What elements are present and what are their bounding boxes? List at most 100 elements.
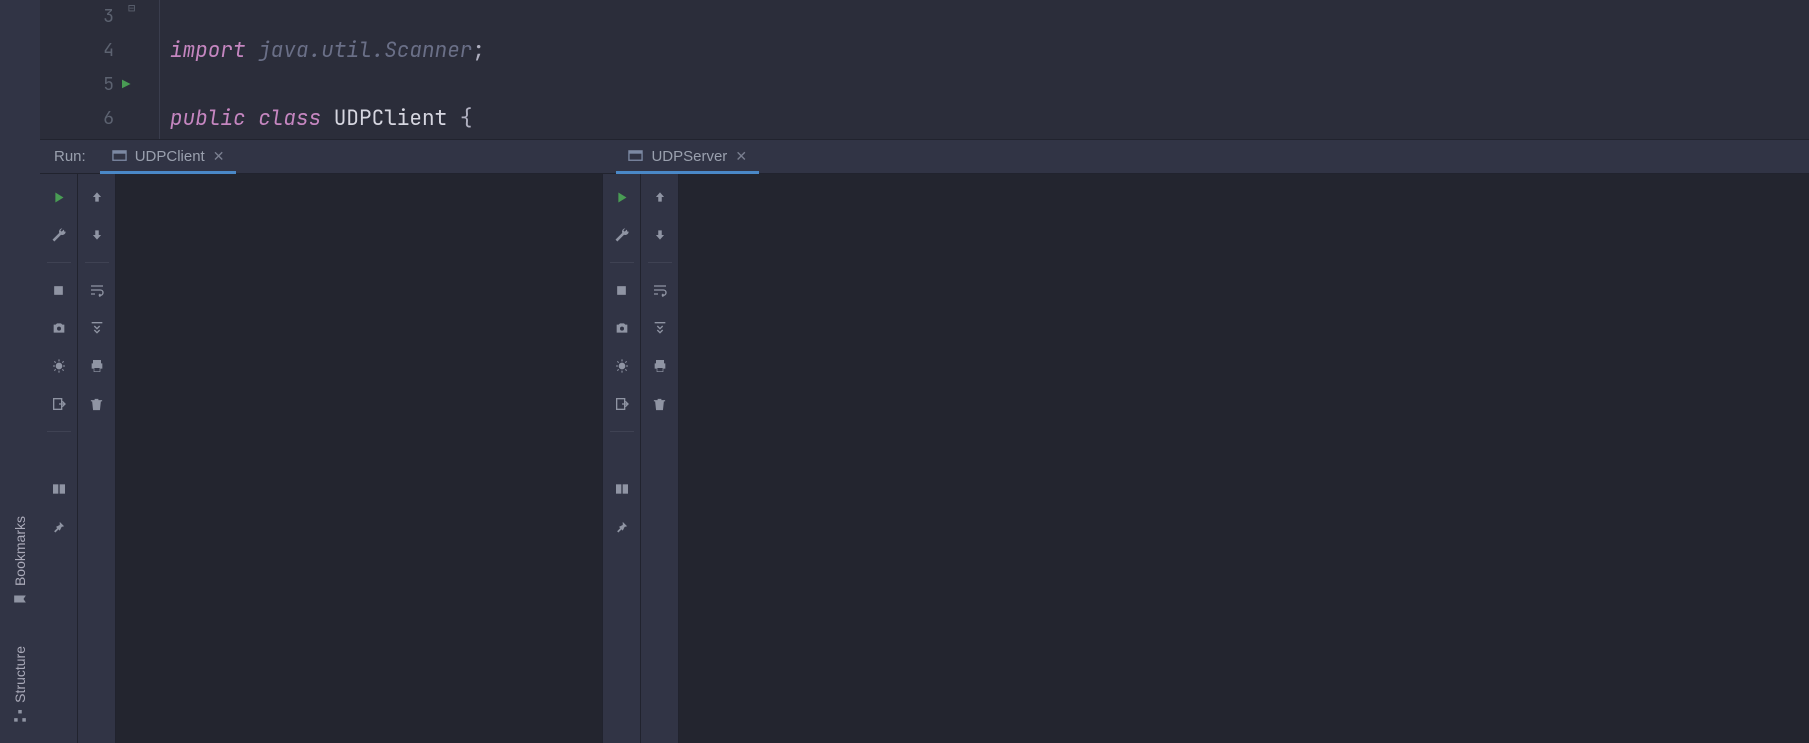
run-tab-label: UDPClient	[135, 148, 205, 165]
bookmarks-tool-tab[interactable]: Bookmarks	[12, 516, 28, 606]
scroll-to-end-button[interactable]	[646, 315, 674, 341]
run-toolbar-primary	[40, 174, 78, 743]
modify-run-config-button[interactable]	[45, 222, 73, 248]
bookmark-icon	[13, 592, 27, 606]
pin-icon	[51, 520, 66, 535]
scroll-to-end-icon	[652, 320, 668, 336]
run-panel-udpclient	[40, 174, 602, 743]
stop-button[interactable]	[608, 277, 636, 303]
structure-icon	[13, 709, 27, 723]
camera-icon	[51, 320, 67, 336]
left-tool-strip: Bookmarks Structure	[0, 0, 40, 743]
soft-wrap-button[interactable]	[646, 277, 674, 303]
soft-wrap-icon	[652, 282, 668, 298]
trash-icon	[89, 397, 104, 412]
structure-tool-tab[interactable]: Structure	[12, 646, 28, 723]
open-brace: {	[460, 105, 473, 132]
code-editor[interactable]: 3 4 5 6 ⊟ ▶ import java.util.Scanner; pu…	[40, 0, 1809, 140]
print-icon	[89, 358, 105, 374]
camera-icon	[614, 320, 630, 336]
console-output[interactable]	[679, 174, 1809, 743]
run-label: Run:	[40, 148, 100, 165]
separator	[47, 262, 71, 263]
structure-label: Structure	[12, 646, 28, 703]
run-tab-udpclient[interactable]: UDPClient ✕	[100, 140, 237, 173]
gutter-run-icons: ▶	[122, 0, 150, 139]
application-icon	[112, 149, 127, 164]
bug-icon	[51, 358, 67, 374]
bookmarks-label: Bookmarks	[12, 516, 28, 586]
stop-button[interactable]	[45, 277, 73, 303]
pin-icon	[614, 520, 629, 535]
exit-icon	[614, 396, 630, 412]
line-number: 4	[40, 34, 114, 68]
keyword-import: import	[170, 37, 246, 64]
rerun-button[interactable]	[45, 184, 73, 210]
class-name: UDPClient	[321, 105, 460, 132]
run-icon	[614, 190, 629, 205]
dump-threads-button[interactable]	[45, 315, 73, 341]
gutter-run-icon[interactable]: ▶	[122, 68, 150, 102]
arrow-down-icon	[90, 228, 104, 242]
wrench-icon	[51, 227, 67, 243]
exit-button[interactable]	[45, 391, 73, 417]
run-tab-udpserver[interactable]: UDPServer ✕	[616, 140, 759, 173]
scroll-down-button[interactable]	[646, 222, 674, 248]
close-icon[interactable]: ✕	[213, 148, 225, 165]
stop-icon	[615, 284, 628, 297]
print-icon	[652, 358, 668, 374]
run-icon	[51, 190, 66, 205]
run-tab-label: UDPServer	[651, 148, 727, 165]
run-panel-udpserver	[602, 174, 1809, 743]
exit-icon	[51, 396, 67, 412]
debug-attach-button[interactable]	[45, 353, 73, 379]
code-area[interactable]: import java.util.Scanner; public class U…	[150, 0, 1809, 139]
run-toolbar-console	[78, 174, 116, 743]
bug-icon	[614, 358, 630, 374]
run-panels	[40, 174, 1809, 743]
application-icon	[628, 149, 643, 164]
arrow-down-icon	[653, 228, 667, 242]
import-package: java.util.Scanner	[246, 37, 473, 64]
dump-threads-button[interactable]	[608, 315, 636, 341]
rerun-button[interactable]	[608, 184, 636, 210]
separator	[610, 431, 634, 432]
modify-run-config-button[interactable]	[608, 222, 636, 248]
separator	[610, 262, 634, 263]
separator	[648, 262, 672, 263]
pin-button[interactable]	[45, 514, 73, 540]
print-button[interactable]	[646, 353, 674, 379]
class-modifiers: public class	[170, 105, 321, 132]
semicolon: ;	[472, 37, 485, 64]
layout-icon	[51, 481, 67, 497]
separator	[85, 262, 109, 263]
clear-button[interactable]	[646, 391, 674, 417]
print-button[interactable]	[83, 353, 111, 379]
line-number: 5	[40, 68, 114, 102]
exit-button[interactable]	[608, 391, 636, 417]
layout-button[interactable]	[45, 476, 73, 502]
layout-icon	[614, 481, 630, 497]
soft-wrap-button[interactable]	[83, 277, 111, 303]
soft-wrap-icon	[89, 282, 105, 298]
run-toolwindow-header: Run: UDPClient ✕ UDPServer ✕	[40, 140, 1809, 174]
clear-button[interactable]	[83, 391, 111, 417]
stop-icon	[52, 284, 65, 297]
scroll-down-button[interactable]	[83, 222, 111, 248]
scroll-up-button[interactable]	[83, 184, 111, 210]
arrow-up-icon	[90, 190, 104, 204]
close-icon[interactable]: ✕	[735, 148, 747, 165]
trash-icon	[652, 397, 667, 412]
line-number: 3	[40, 0, 114, 34]
console-output[interactable]	[116, 174, 602, 743]
run-toolbar-primary	[603, 174, 641, 743]
run-toolbar-console	[641, 174, 679, 743]
scroll-to-end-icon	[89, 320, 105, 336]
scroll-up-button[interactable]	[646, 184, 674, 210]
scroll-to-end-button[interactable]	[83, 315, 111, 341]
separator	[47, 431, 71, 432]
layout-button[interactable]	[608, 476, 636, 502]
line-number: 6	[40, 102, 114, 136]
debug-attach-button[interactable]	[608, 353, 636, 379]
pin-button[interactable]	[608, 514, 636, 540]
